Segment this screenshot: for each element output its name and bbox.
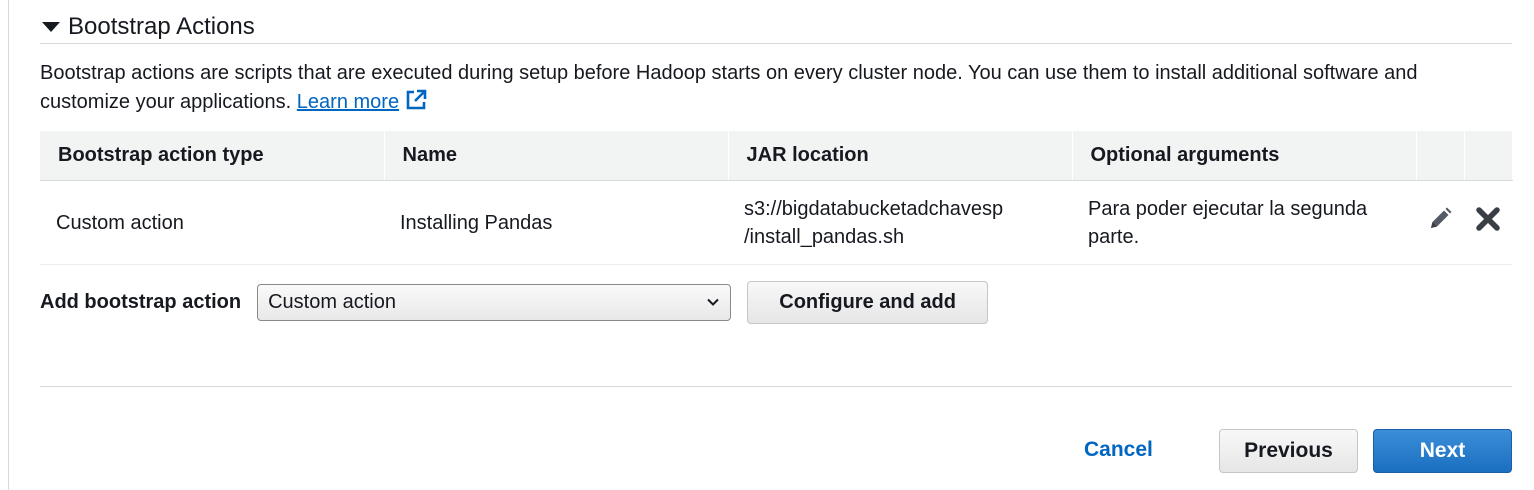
cell-arguments: Para poder ejecutar la segunda parte. xyxy=(1072,180,1416,265)
delete-button[interactable] xyxy=(1475,206,1501,240)
description-text: Bootstrap actions are scripts that are e… xyxy=(40,62,1418,113)
jar-location-line2: /install_pandas.sh xyxy=(744,225,905,248)
chevron-down-icon xyxy=(707,298,719,306)
add-bootstrap-action-label: Add bootstrap action xyxy=(40,290,242,313)
cell-name: Installing Pandas xyxy=(384,180,728,265)
external-link-icon[interactable] xyxy=(405,89,427,111)
column-header-jar: JAR location xyxy=(728,131,1073,181)
column-header-delete xyxy=(1464,131,1513,181)
pencil-icon xyxy=(1431,207,1452,228)
bootstrap-action-type-select[interactable]: Custom action xyxy=(257,283,732,321)
caret-down-icon xyxy=(42,22,60,32)
add-bootstrap-action-row: Add bootstrap action Custom action Confi… xyxy=(40,280,989,324)
next-button[interactable]: Next xyxy=(1373,429,1512,473)
delete-cell xyxy=(1464,180,1512,265)
edit-cell xyxy=(1416,180,1464,265)
bootstrap-actions-table: Bootstrap action type Name JAR location … xyxy=(40,131,1513,265)
close-icon xyxy=(1476,206,1500,231)
footer-divider xyxy=(40,386,1512,387)
previous-button[interactable]: Previous xyxy=(1219,429,1358,473)
configure-and-add-button[interactable]: Configure and add xyxy=(747,280,989,324)
section-title: Bootstrap Actions xyxy=(68,12,255,40)
jar-location-line1: s3://bigdatabucketadchavesp xyxy=(744,197,1004,220)
select-value: Custom action xyxy=(268,290,396,313)
cell-jar-location: s3://bigdatabucketadchavesp /install_pan… xyxy=(728,180,1072,265)
cell-type: Custom action xyxy=(40,180,384,265)
learn-more-link[interactable]: Learn more xyxy=(297,91,399,113)
column-header-edit xyxy=(1416,131,1465,181)
arguments-line2: parte. xyxy=(1088,225,1140,248)
table-header-row: Bootstrap action type Name JAR location … xyxy=(40,131,1513,181)
table-row: Custom action Installing Pandas s3://big… xyxy=(40,180,1512,265)
column-header-arguments: Optional arguments xyxy=(1072,131,1417,181)
left-border xyxy=(8,0,9,490)
column-header-name: Name xyxy=(384,131,729,181)
cancel-button[interactable]: Cancel xyxy=(1084,438,1153,462)
edit-button[interactable] xyxy=(1427,206,1453,240)
arguments-line1: Para poder ejecutar la segunda xyxy=(1088,197,1368,220)
section-description: Bootstrap actions are scripts that are e… xyxy=(40,59,1500,117)
bootstrap-actions-section-toggle[interactable]: Bootstrap Actions xyxy=(40,10,1512,44)
column-header-type: Bootstrap action type xyxy=(40,131,385,181)
